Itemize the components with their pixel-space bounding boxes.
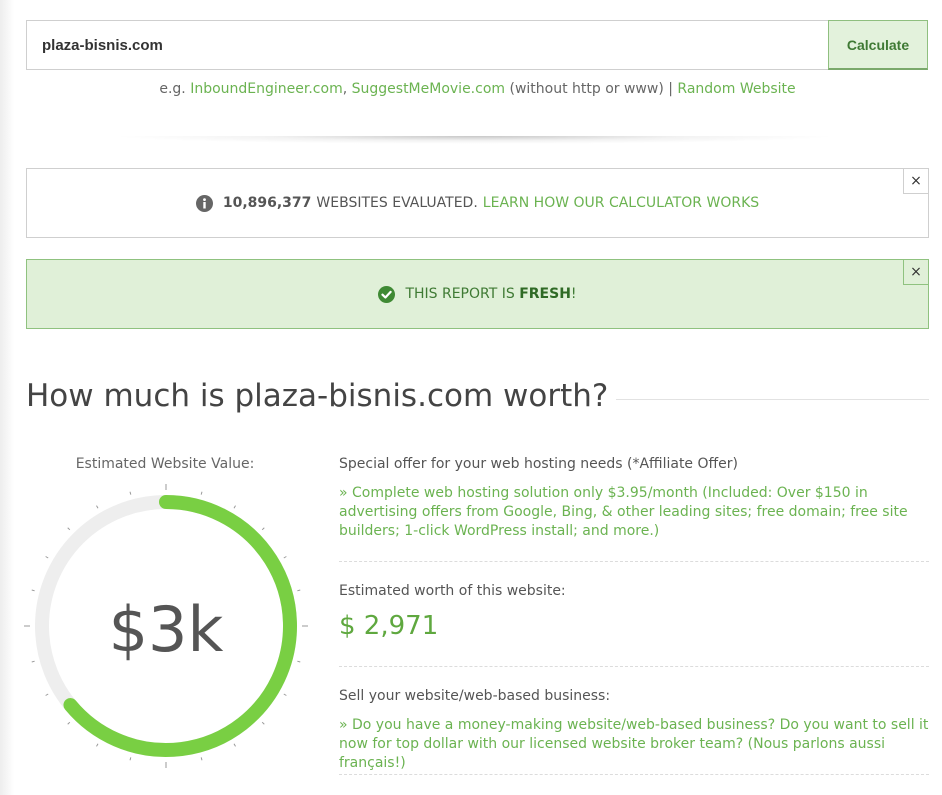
worth-title: Estimated worth of this website:	[339, 583, 566, 599]
examples-comma: ,	[342, 81, 348, 97]
hosting-offer-link[interactable]: » Complete web hosting solution only $3.…	[339, 484, 929, 541]
evaluated-text: WEBSITES EVALUATED.	[316, 195, 478, 211]
evaluated-count: 10,896,377	[222, 195, 312, 211]
search-bar: Calculate	[26, 20, 928, 70]
worth-section: Estimated worth of this website: $ 2,971	[339, 583, 929, 641]
gauge-tick	[233, 743, 236, 747]
page-shadow	[0, 0, 14, 795]
examples-note: (without http or www) |	[509, 81, 673, 97]
random-website-link[interactable]: Random Website	[677, 81, 795, 97]
heading-row: How much is plaza-bisnis.com worth?	[26, 378, 929, 424]
sell-title: Sell your website/web-based business:	[339, 688, 611, 704]
divider	[339, 774, 929, 775]
gauge-tick	[261, 721, 265, 725]
example-link-suggestmemovie[interactable]: SuggestMeMovie.com	[352, 81, 505, 97]
gauge-tick	[96, 743, 99, 747]
gauge-tick	[200, 491, 203, 495]
gauge-tick	[67, 721, 71, 725]
close-info-notice-button[interactable]: ×	[903, 168, 929, 194]
gauge-tick	[261, 527, 265, 531]
gauge-value: $3k	[108, 593, 224, 666]
gauge-tick	[200, 757, 203, 761]
gauge-tick	[45, 693, 49, 696]
example-link-inboundengineer[interactable]: InboundEngineer.com	[190, 81, 343, 97]
gauge-tick	[233, 505, 236, 509]
fresh-suffix: !	[570, 286, 577, 302]
hosting-offer-section: Special offer for your web hosting needs…	[339, 456, 929, 541]
calculate-button[interactable]: Calculate	[828, 20, 928, 70]
fresh-highlight: FRESH	[519, 286, 571, 302]
check-circle-icon	[378, 285, 396, 303]
divider	[339, 561, 929, 562]
gauge-tick	[96, 505, 99, 509]
info-icon	[195, 194, 213, 212]
domain-input[interactable]	[27, 21, 829, 69]
gauge-tick	[129, 757, 132, 761]
section-divider	[110, 136, 840, 144]
sell-section: Sell your website/web-based business: » …	[339, 688, 929, 773]
close-fresh-notice-button[interactable]: ×	[903, 259, 929, 285]
gauge-tick	[129, 491, 132, 495]
gauge-tick	[67, 527, 71, 531]
divider	[339, 666, 929, 667]
gauge-tick	[45, 556, 49, 559]
hosting-offer-title: Special offer for your web hosting needs…	[339, 456, 738, 472]
fresh-prefix: THIS REPORT IS	[405, 286, 515, 302]
websites-evaluated-notice: 10,896,377 WEBSITES EVALUATED. LEARN HOW…	[26, 168, 929, 238]
worth-value: $ 2,971	[339, 611, 439, 641]
fresh-report-notice: THIS REPORT IS FRESH! ×	[26, 259, 929, 329]
page-title: How much is plaza-bisnis.com worth?	[26, 378, 617, 414]
gauge-tick	[283, 693, 287, 696]
examples-prefix: e.g.	[159, 81, 186, 97]
gauge-label: Estimated Website Value:	[75, 456, 255, 472]
examples-line: e.g. InboundEngineer.com, SuggestMeMovie…	[0, 81, 942, 97]
gauge-tick	[283, 556, 287, 559]
learn-how-link[interactable]: LEARN HOW OUR CALCULATOR WORKS	[483, 195, 759, 211]
sell-website-link[interactable]: » Do you have a money-making website/web…	[339, 716, 929, 773]
